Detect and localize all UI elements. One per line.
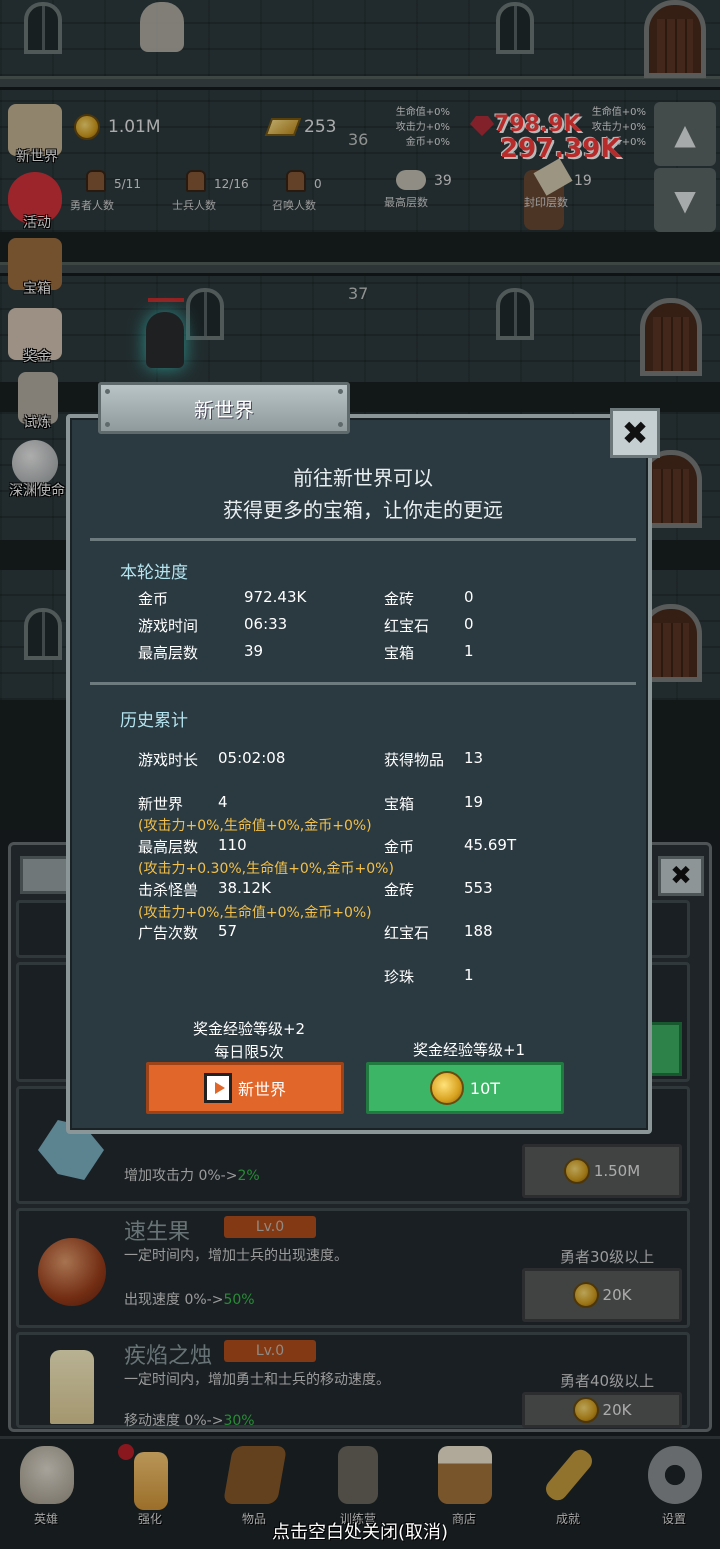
stat-label: 金币	[384, 838, 415, 856]
gold-bonus-note: 奖金经验等级+1	[412, 1041, 526, 1059]
dialog-close-button[interactable]: ✖	[610, 408, 660, 458]
stat-value: 06:33	[244, 615, 288, 633]
stat-label: 获得物品	[384, 751, 445, 769]
plate-bolt	[105, 389, 110, 394]
stat-value: 38.12K	[218, 879, 271, 897]
stat-value: 0	[464, 588, 474, 606]
stat-value: 05:02:08	[218, 749, 286, 767]
plate-bolt	[338, 422, 343, 427]
buff-text: (攻击力+0%,生命值+0%,金币+0%)	[138, 818, 372, 834]
stat-label: 红宝石	[384, 617, 430, 635]
divider	[90, 682, 636, 685]
stat-value: 972.43K	[244, 588, 307, 606]
stat-label: 红宝石	[384, 924, 430, 942]
buff-text: (攻击力+0.30%,生命值+0%,金币+0%)	[138, 861, 394, 877]
stat-label: 击杀怪兽	[138, 881, 199, 899]
dialog-title-text: 新世界	[194, 397, 254, 422]
plate-bolt	[338, 389, 343, 394]
dialog-headline: 获得更多的宝箱，让你走的更远	[223, 498, 503, 522]
stat-label: 金币	[138, 590, 169, 608]
stat-label: 游戏时间	[138, 617, 199, 635]
stat-value: 45.69T	[464, 836, 517, 854]
new-world-dialog: 前往新世界可以 获得更多的宝箱，让你走的更远 本轮进度 金币 972.43K 金…	[66, 414, 652, 1134]
ad-bonus-note: 奖金经验等级+2	[192, 1020, 306, 1038]
dialog-headline: 前往新世界可以	[293, 466, 433, 490]
stat-label: 最高层数	[138, 838, 199, 856]
gold-coin-icon	[429, 1071, 464, 1105]
stat-label: 最高层数	[138, 644, 199, 662]
stat-value: 1	[464, 642, 474, 660]
stat-label: 游戏时长	[138, 751, 199, 769]
stat-value: 110	[218, 836, 247, 854]
stat-value: 57	[218, 922, 238, 940]
round-progress-title: 本轮进度	[120, 563, 188, 583]
stat-label: 宝箱	[384, 644, 415, 662]
divider	[90, 538, 636, 541]
stat-label: 金砖	[384, 881, 415, 899]
ad-limit-note: 每日限5次	[214, 1043, 284, 1061]
stat-value: 1	[464, 966, 474, 984]
stat-value: 39	[244, 642, 264, 660]
history-title: 历史累计	[120, 711, 188, 731]
close-hint: 点击空白处关闭(取消)	[271, 1522, 449, 1543]
stat-value: 553	[464, 879, 493, 897]
gold-new-world-button[interactable]: 10T	[366, 1062, 564, 1114]
stat-label: 珍珠	[384, 968, 415, 986]
watch-ad-new-world-button[interactable]: 新世界	[146, 1062, 344, 1114]
video-icon	[203, 1073, 232, 1103]
stat-value: 4	[218, 793, 228, 811]
stat-label: 金砖	[384, 590, 415, 608]
stat-label: 新世界	[138, 795, 184, 813]
plate-bolt	[105, 422, 110, 427]
buff-text: (攻击力+0%,生命值+0%,金币+0%)	[138, 905, 372, 921]
button-label: 新世界	[237, 1080, 286, 1099]
stat-label: 广告次数	[138, 924, 199, 942]
stat-value: 188	[464, 922, 493, 940]
dialog-title: 新世界	[98, 382, 350, 434]
stat-value: 0	[464, 615, 474, 633]
button-label: 10T	[469, 1078, 501, 1098]
stat-value: 13	[464, 749, 484, 767]
stat-value: 19	[464, 793, 484, 811]
stat-label: 宝箱	[384, 795, 415, 813]
